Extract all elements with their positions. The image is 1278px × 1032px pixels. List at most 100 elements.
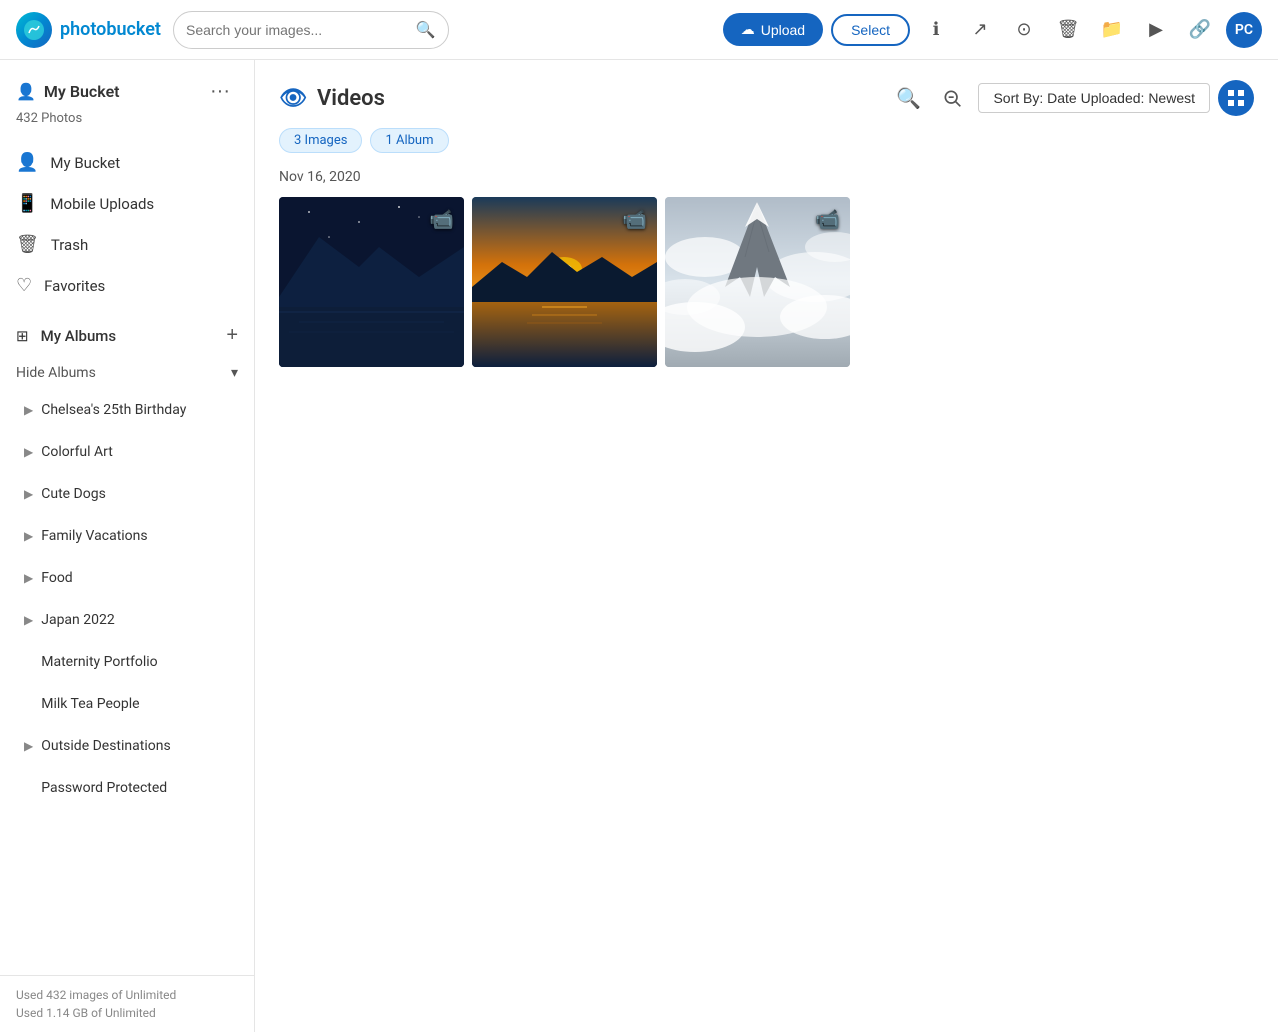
sidebar-item-label: Favorites — [44, 277, 105, 295]
user-name: 👤 My Bucket — [16, 82, 120, 101]
search-input[interactable] — [186, 22, 416, 38]
albums-header-left: ⊞ My Albums — [16, 327, 116, 345]
trash-icon: 🗑 — [16, 234, 39, 255]
album-label: Food — [41, 570, 72, 586]
user-menu-button[interactable]: ··· — [202, 76, 238, 107]
album-item-password-protected[interactable]: ▶ Password Protected ⋮ — [0, 767, 254, 809]
album-item-chelseas-25th[interactable]: ▶ Chelsea's 25th Birthday ⋮ — [0, 389, 254, 431]
chevron-right-icon: ▶ — [24, 403, 33, 417]
avatar[interactable]: PC — [1226, 12, 1262, 48]
album-label: Maternity Portfolio — [41, 654, 157, 670]
logo[interactable]: photobucket — [16, 12, 161, 48]
storage-space-label: Used 1.14 GB of Unlimited — [16, 1006, 238, 1020]
play-button[interactable]: ▶ — [1138, 12, 1174, 48]
content-header: 👁 Videos 🔍 Sort By: Date Uploaded: Newes… — [279, 80, 1254, 116]
search-button[interactable]: 🔍 — [416, 20, 436, 40]
user-icon: 👤 — [16, 82, 36, 101]
mobile-icon: 📱 — [16, 193, 38, 214]
album-label: Chelsea's 25th Birthday — [41, 402, 186, 418]
logo-icon — [16, 12, 52, 48]
album-item-milk-tea-people[interactable]: ▶ Milk Tea People ⋮ — [0, 683, 254, 725]
app-header: photobucket 🔍 ☁ Upload Select ℹ ↗ ⊙ 🗑 📁 … — [0, 0, 1278, 60]
zoom-in-button[interactable]: 🔍 — [890, 80, 926, 116]
album-label: Password Protected — [41, 780, 167, 796]
header-actions: ☁ Upload Select ℹ ↗ ⊙ 🗑 📁 ▶ 🔗 PC — [723, 12, 1262, 48]
sidebar-item-label: Trash — [51, 236, 88, 254]
photo-thumb-2[interactable]: 📹 — [472, 197, 657, 367]
zoom-out-button[interactable] — [934, 80, 970, 116]
chevron-right-icon: ▶ — [24, 529, 33, 543]
video-icon: 📹 — [622, 207, 647, 231]
chevron-right-icon: ▶ — [24, 739, 33, 753]
cloud-button[interactable]: ⊙ — [1006, 12, 1042, 48]
chevron-right-icon: ▶ — [24, 445, 33, 459]
photo-thumb-1[interactable]: 📹 — [279, 197, 464, 367]
folder-button[interactable]: 📁 — [1094, 12, 1130, 48]
date-label: Nov 16, 2020 — [279, 169, 1254, 185]
hide-albums-label: Hide Albums — [16, 365, 96, 381]
sidebar-item-label: My Bucket — [50, 154, 120, 172]
add-album-button[interactable]: + — [226, 324, 238, 347]
album-label: Japan 2022 — [41, 612, 115, 628]
chevron-down-icon: ▾ — [231, 365, 238, 381]
pills-row: 3 Images 1 Album — [279, 128, 1254, 153]
storage-images-label: Used 432 images of Unlimited — [16, 988, 238, 1002]
upload-icon: ☁ — [741, 21, 755, 38]
album-item-food[interactable]: ▶ Food ⋮ — [0, 557, 254, 599]
grid-view-button[interactable] — [1218, 80, 1254, 116]
logo-text: photobucket — [60, 19, 161, 40]
albums-header[interactable]: ⊞ My Albums + — [0, 314, 254, 357]
chevron-right-icon: ▶ — [24, 571, 33, 585]
heart-icon: ♡ — [16, 275, 32, 296]
sidebar-item-label: Mobile Uploads — [50, 195, 154, 213]
main-layout: 👤 My Bucket ··· 432 Photos 👤 My Bucket 📱… — [0, 60, 1278, 1032]
pill-album[interactable]: 1 Album — [370, 128, 448, 153]
album-label: Family Vacations — [41, 528, 147, 544]
pill-images[interactable]: 3 Images — [279, 128, 362, 153]
album-item-japan-2022[interactable]: ▶ Japan 2022 ⋮ — [0, 599, 254, 641]
sidebar-top: 👤 My Bucket ··· 432 Photos — [0, 60, 254, 134]
video-icon: 📹 — [815, 207, 840, 231]
section-title: 👁 Videos — [279, 86, 385, 111]
chevron-right-icon: ▶ — [24, 613, 33, 627]
photos-grid: 📹 — [279, 197, 1254, 367]
album-item-colorful-art[interactable]: ▶ Colorful Art ⋮ — [0, 431, 254, 473]
photo-count: 432 Photos — [16, 111, 238, 126]
user-row: 👤 My Bucket ··· — [16, 76, 238, 107]
sidebar: 👤 My Bucket ··· 432 Photos 👤 My Bucket 📱… — [0, 60, 255, 1032]
albums-label: My Albums — [41, 327, 117, 345]
section-title-text: Videos — [317, 86, 385, 111]
album-label: Cute Dogs — [41, 486, 106, 502]
sidebar-footer: Used 432 images of Unlimited Used 1.14 G… — [0, 975, 254, 1032]
upload-button[interactable]: ☁ Upload — [723, 13, 823, 46]
sidebar-item-my-bucket[interactable]: 👤 My Bucket — [0, 142, 254, 183]
upload-label: Upload — [761, 22, 805, 38]
sidebar-item-mobile-uploads[interactable]: 📱 Mobile Uploads — [0, 183, 254, 224]
album-item-family-vacations[interactable]: ▶ Family Vacations ⋮ — [0, 515, 254, 557]
album-item-maternity-portfolio[interactable]: ▶ Maternity Portfolio ⋮ — [0, 641, 254, 683]
link-button[interactable]: 🔗 — [1182, 12, 1218, 48]
info-button[interactable]: ℹ — [918, 12, 954, 48]
album-label: Outside Destinations — [41, 738, 170, 754]
share-button[interactable]: ↗ — [962, 12, 998, 48]
albums-section: Hide Albums ▾ ▶ Chelsea's 25th Birthday … — [0, 357, 254, 975]
search-bar: 🔍 — [173, 11, 449, 49]
photo-thumb-3[interactable]: 📹 — [665, 197, 850, 367]
sidebar-item-trash[interactable]: 🗑 Trash — [0, 224, 254, 265]
hide-albums-toggle[interactable]: Hide Albums ▾ — [0, 357, 254, 389]
chevron-right-icon: ▶ — [24, 487, 33, 501]
album-label: Colorful Art — [41, 444, 113, 460]
delete-button[interactable]: 🗑 — [1050, 12, 1086, 48]
sidebar-item-favorites[interactable]: ♡ Favorites — [0, 265, 254, 306]
albums-icon: ⊞ — [16, 327, 29, 345]
select-button[interactable]: Select — [831, 14, 910, 46]
album-item-outside-destinations[interactable]: ▶ Outside Destinations ⋮ — [0, 725, 254, 767]
sort-button[interactable]: Sort By: Date Uploaded: Newest — [978, 83, 1210, 113]
album-label: Milk Tea People — [41, 696, 139, 712]
album-item-cute-dogs[interactable]: ▶ Cute Dogs ⋮ — [0, 473, 254, 515]
sidebar-nav: 👤 My Bucket 📱 Mobile Uploads 🗑 Trash ♡ F… — [0, 134, 254, 314]
video-icon: 📹 — [429, 207, 454, 231]
content-actions: 🔍 Sort By: Date Uploaded: Newest — [890, 80, 1254, 116]
bucket-icon: 👤 — [16, 152, 38, 173]
main-content: 👁 Videos 🔍 Sort By: Date Uploaded: Newes… — [255, 60, 1278, 1032]
